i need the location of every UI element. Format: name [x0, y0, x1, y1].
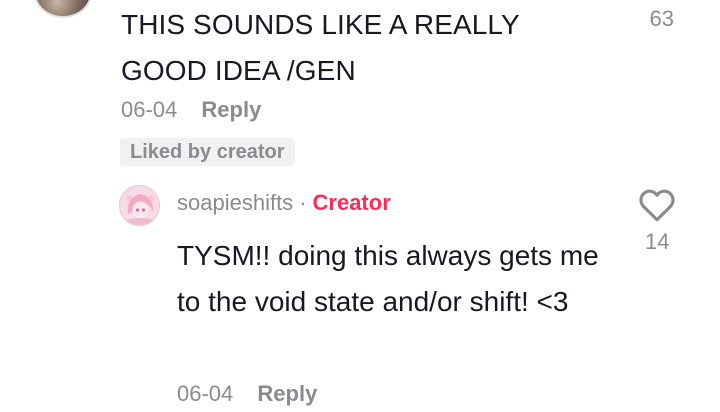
- commenter-avatar[interactable]: [34, 0, 92, 18]
- reply-like-count: 14: [645, 229, 670, 254]
- parent-reply-button[interactable]: Reply: [201, 97, 261, 122]
- reply-comment-meta: 06-04 Reply: [177, 381, 317, 407]
- creator-badge: Creator: [312, 190, 391, 215]
- reply-comment-text: TYSM!! doing this always gets me to the …: [177, 240, 599, 317]
- separator-dot: ·: [299, 190, 307, 215]
- reply-comment-date: 06-04: [177, 381, 234, 406]
- creator-avatar[interactable]: [119, 185, 160, 226]
- heart-outline-icon[interactable]: [638, 187, 676, 223]
- parent-comment-meta: 06-04 Reply: [121, 97, 261, 123]
- parent-comment-text: THIS SOUNDS LIKE A REALLY GOOD IDEA /GEN: [121, 9, 520, 86]
- reply-username[interactable]: soapieshifts: [177, 190, 293, 215]
- liked-by-creator-badge: Liked by creator: [120, 138, 295, 166]
- reply-header: soapieshifts · Creator: [177, 190, 391, 216]
- parent-comment-date: 06-04: [121, 97, 178, 122]
- comment-thread: THIS SOUNDS LIKE A REALLY GOOD IDEA /GEN…: [0, 0, 720, 412]
- anime-avatar-icon: [120, 186, 159, 225]
- reply-reply-button[interactable]: Reply: [257, 381, 317, 406]
- parent-like-count: 63: [649, 6, 674, 31]
